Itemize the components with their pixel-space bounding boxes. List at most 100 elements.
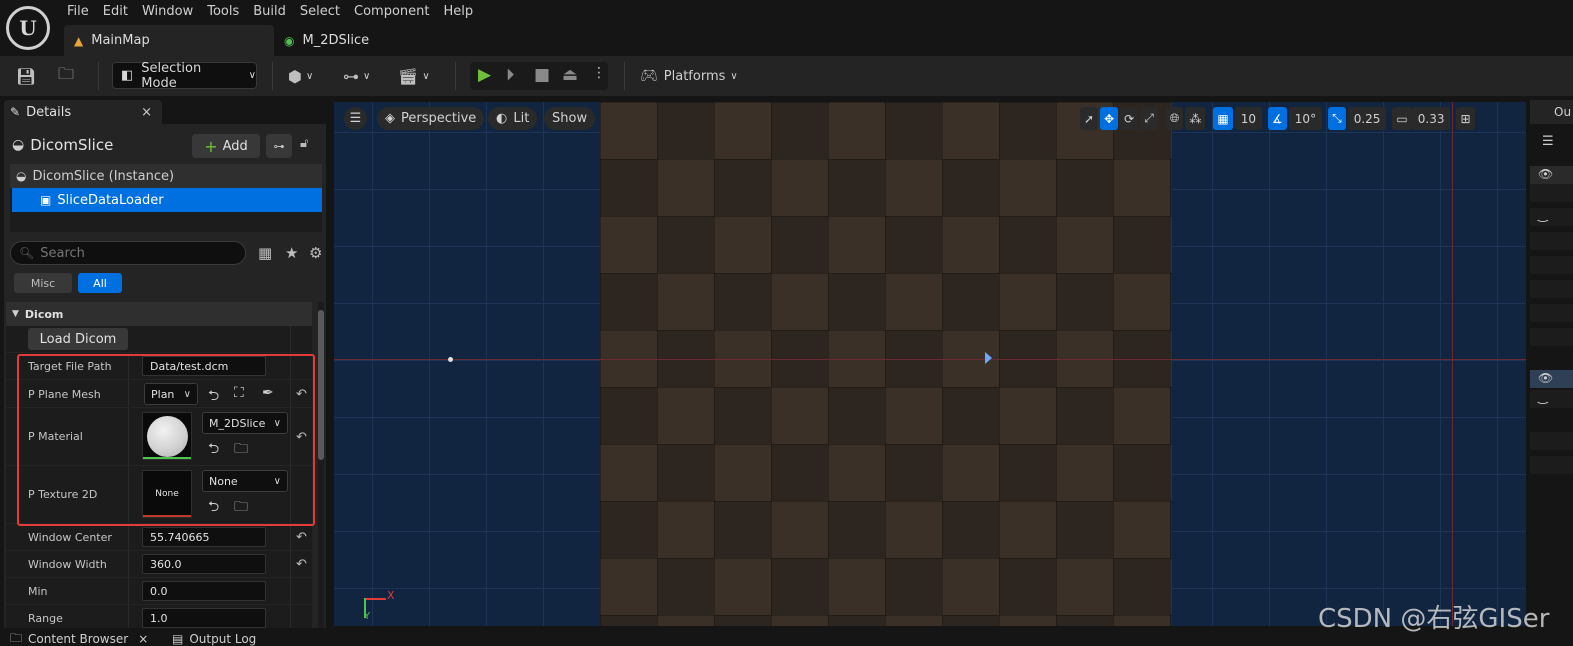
- material-thumbnail[interactable]: [142, 412, 192, 460]
- eyedropper-icon[interactable]: ✒: [262, 385, 274, 401]
- lock-icon[interactable]: 🔓︎: [300, 136, 308, 151]
- load-dicom-button[interactable]: Load Dicom: [28, 328, 128, 350]
- unreal-logo-icon[interactable]: U: [6, 6, 50, 50]
- reset-to-default-icon[interactable]: ↶: [296, 387, 307, 402]
- reset-to-default-icon[interactable]: ↶: [296, 430, 307, 445]
- surface-snap-toggle[interactable]: ⁂: [1185, 107, 1206, 130]
- blueprint-button[interactable]: ⊶ ∨: [343, 56, 370, 96]
- level-viewport[interactable]: ☰ ◈ Perspective ◐ Lit Show ➚ ✥ ⟳ ⤢ 🌐︎ ⁂ …: [334, 102, 1526, 626]
- outliner-row[interactable]: ‿: [1530, 390, 1573, 408]
- filter-misc[interactable]: Misc: [14, 273, 72, 293]
- star-icon[interactable]: ★: [285, 244, 298, 262]
- menu-help[interactable]: Help: [436, 0, 480, 24]
- close-icon[interactable]: ×: [141, 105, 152, 120]
- browse-asset-icon[interactable]: 🗀: [234, 496, 248, 520]
- window-width-field[interactable]: 360.0: [142, 554, 266, 574]
- output-log-tab[interactable]: ▤ Output Log: [172, 632, 256, 646]
- selection-mode-dropdown[interactable]: ◧ Selection Mode ∨: [112, 61, 257, 91]
- advance-frame-icon[interactable]: ⏵︎: [506, 65, 515, 85]
- scale-snap-value[interactable]: 0.25: [1347, 107, 1387, 130]
- show-button[interactable]: Show: [544, 107, 596, 130]
- outliner-row[interactable]: [1530, 456, 1573, 474]
- translate-tool[interactable]: ✥: [1100, 107, 1119, 130]
- scrollbar-thumb[interactable]: [318, 310, 324, 460]
- range-field[interactable]: 1.0: [142, 608, 266, 628]
- eye-closed-icon[interactable]: ‿: [1538, 208, 1548, 222]
- cinematics-button[interactable]: 🎬︎ ∨: [398, 56, 430, 96]
- eye-closed-icon[interactable]: ‿: [1538, 390, 1548, 404]
- search-input[interactable]: [40, 245, 231, 261]
- details-tab[interactable]: ✎ Details ×: [4, 100, 162, 124]
- menu-tools[interactable]: Tools: [200, 0, 246, 24]
- details-scrollbar[interactable]: [318, 302, 324, 628]
- browse-asset-icon[interactable]: 🗀: [234, 438, 248, 462]
- plane-mesh-dropdown[interactable]: Plan ∨: [144, 383, 198, 405]
- menu-select[interactable]: Select: [293, 0, 347, 24]
- filter-all[interactable]: All: [78, 273, 122, 293]
- eject-icon[interactable]: ⏏︎: [562, 65, 578, 85]
- stop-icon[interactable]: ■: [534, 65, 550, 85]
- menu-build[interactable]: Build: [246, 0, 293, 24]
- browse-button[interactable]: 🗀: [58, 56, 74, 96]
- add-actor-button[interactable]: ⬢ ∨: [288, 56, 313, 96]
- reset-to-default-icon[interactable]: ↶: [296, 530, 307, 545]
- gear-icon[interactable]: ⚙: [309, 244, 322, 262]
- camera-speed-toggle[interactable]: ▭: [1392, 107, 1412, 130]
- outliner-row[interactable]: [1530, 256, 1573, 274]
- grid-snap-toggle[interactable]: ▦: [1213, 107, 1233, 130]
- viewport-layout-button[interactable]: ⊞: [1456, 107, 1475, 130]
- texture-dropdown[interactable]: None ∨: [202, 470, 288, 492]
- outliner-row[interactable]: [1530, 184, 1573, 202]
- category-header-dicom[interactable]: ▼ Dicom: [6, 302, 312, 326]
- tab-m-2dslice[interactable]: ◉ M_2DSlice: [274, 25, 379, 56]
- content-browser-tab[interactable]: 🗀 Content Browser ×: [10, 631, 148, 646]
- camera-speed-value[interactable]: 0.33: [1411, 107, 1451, 130]
- rotation-snap-value[interactable]: 10°: [1288, 107, 1323, 130]
- eye-icon[interactable]: 👁︎: [1538, 371, 1553, 385]
- scale-snap-toggle[interactable]: ⤡: [1328, 107, 1346, 130]
- browse-asset-icon[interactable]: ⛶: [234, 385, 244, 401]
- viewport-menu-button[interactable]: ☰: [344, 107, 367, 130]
- perspective-button[interactable]: ◈ Perspective: [377, 107, 485, 130]
- outliner-row-selected[interactable]: 👁︎: [1530, 370, 1573, 388]
- texture-thumbnail[interactable]: None: [142, 470, 192, 518]
- menu-window[interactable]: Window: [135, 0, 200, 24]
- component-selected-row[interactable]: ▣ SliceDataLoader: [12, 188, 322, 212]
- window-center-field[interactable]: 55.740665: [142, 527, 266, 547]
- select-tool[interactable]: ➚: [1080, 107, 1099, 130]
- outliner-row[interactable]: [1530, 432, 1573, 450]
- close-icon[interactable]: ×: [138, 632, 148, 646]
- table-view-icon[interactable]: ▦: [258, 244, 272, 262]
- component-instance-row[interactable]: ◒ DicomSlice (Instance): [10, 164, 322, 188]
- rotate-tool[interactable]: ⟳: [1120, 107, 1139, 130]
- reset-to-default-icon[interactable]: ↶: [296, 557, 307, 572]
- use-selected-icon[interactable]: ⮌: [208, 385, 219, 409]
- play-icon[interactable]: ▶: [478, 65, 491, 85]
- use-selected-icon[interactable]: ⮌: [208, 438, 219, 462]
- scale-tool[interactable]: ⤢: [1140, 107, 1158, 130]
- material-dropdown[interactable]: M_2DSlice ∨: [202, 412, 288, 434]
- blueprint-convert-button[interactable]: ⊶: [266, 134, 292, 158]
- platforms-button[interactable]: 🎮︎ Platforms ∨: [640, 56, 738, 96]
- outliner-tab[interactable]: Ou: [1530, 100, 1573, 124]
- world-local-toggle[interactable]: 🌐︎: [1165, 107, 1184, 130]
- selection-marker-icon[interactable]: [985, 352, 992, 364]
- filter-icon[interactable]: ☰: [1542, 134, 1554, 149]
- menu-edit[interactable]: Edit: [96, 0, 135, 24]
- outliner-row[interactable]: [1530, 328, 1573, 346]
- menu-component[interactable]: Component: [347, 0, 436, 24]
- save-button[interactable]: 💾︎: [16, 56, 36, 96]
- eye-icon[interactable]: 👁︎: [1538, 167, 1553, 181]
- add-component-button[interactable]: + Add: [192, 134, 260, 158]
- outliner-row[interactable]: [1530, 232, 1573, 250]
- rotation-snap-toggle[interactable]: ∡: [1268, 107, 1287, 130]
- outliner-row[interactable]: [1530, 280, 1573, 298]
- grid-snap-value[interactable]: 10: [1234, 107, 1263, 130]
- min-field[interactable]: 0.0: [142, 581, 266, 601]
- target-file-path-field[interactable]: Data/test.dcm: [142, 356, 266, 376]
- details-search[interactable]: 🔍︎: [10, 241, 246, 265]
- menu-file[interactable]: File: [60, 0, 96, 24]
- use-selected-icon[interactable]: ⮌: [208, 496, 219, 520]
- outliner-row[interactable]: ‿: [1530, 208, 1573, 226]
- outliner-row[interactable]: [1530, 304, 1573, 322]
